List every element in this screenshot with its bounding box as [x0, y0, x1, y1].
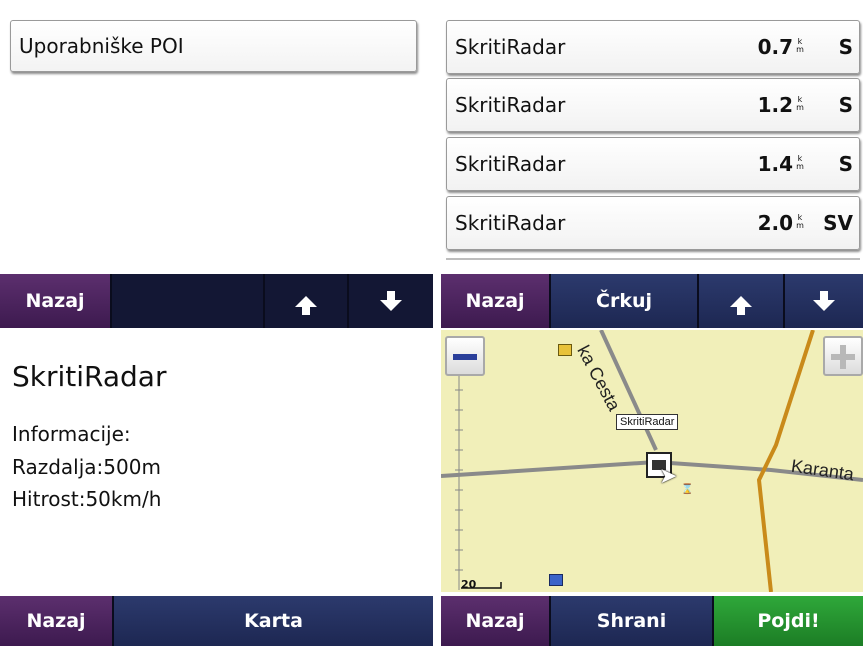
- arrow-up-icon: [730, 295, 752, 315]
- result-direction: S: [838, 35, 853, 59]
- info-speed: Hitrost:50km/h: [12, 487, 162, 511]
- poi-info-screen: SkritiRadar Informacije: Razdalja:500m H…: [0, 330, 433, 646]
- scroll-down-button[interactable]: [349, 274, 433, 328]
- distance-unit: km: [796, 95, 804, 112]
- scroll-up-button[interactable]: [699, 274, 785, 328]
- result-direction: S: [838, 152, 853, 176]
- result-name: SkritiRadar: [455, 93, 566, 117]
- back-button[interactable]: Nazaj: [0, 596, 114, 646]
- bar-spacer: [112, 274, 265, 328]
- poi-title: SkritiRadar: [12, 360, 167, 393]
- back-button[interactable]: Nazaj: [441, 596, 551, 646]
- back-label: Nazaj: [25, 290, 85, 312]
- hourglass-icon: ⌛: [681, 484, 694, 495]
- result-name: SkritiRadar: [455, 211, 566, 235]
- zoom-out-button[interactable]: [445, 336, 485, 376]
- bottom-bar: Nazaj Karta: [0, 596, 433, 646]
- distance-unit: km: [796, 154, 804, 171]
- result-distance: 2.0: [757, 211, 793, 235]
- result-direction: SV: [823, 211, 853, 235]
- save-label: Shrani: [596, 610, 667, 632]
- map-view[interactable]: ka Cesta Karanta SkritiRadar ➤ ⌛ 20: [441, 330, 863, 592]
- info-heading: Informacije:: [12, 422, 131, 446]
- go-label: Pojdi!: [757, 610, 820, 632]
- save-button[interactable]: Shrani: [551, 596, 714, 646]
- back-label: Nazaj: [465, 290, 525, 312]
- result-direction: S: [838, 93, 853, 117]
- user-poi-item[interactable]: Uporabniške POI: [10, 20, 417, 72]
- scale-label: 20: [461, 578, 477, 591]
- map-label: Karta: [244, 610, 303, 632]
- spell-button[interactable]: Črkuj: [551, 274, 699, 328]
- bottom-bar: Nazaj Črkuj: [441, 274, 863, 328]
- result-name: SkritiRadar: [455, 152, 566, 176]
- scroll-down-button[interactable]: [785, 274, 863, 328]
- poi-results-screen: SkritiRadar 0.7 km S SkritiRadar 1.2 km …: [441, 0, 863, 328]
- back-label: Nazaj: [465, 610, 525, 632]
- cursor-arrow-icon: ➤: [659, 464, 678, 489]
- result-row[interactable]: SkritiRadar 1.4 km S: [446, 137, 860, 191]
- arrow-down-icon: [813, 290, 835, 311]
- zoom-in-button[interactable]: [823, 336, 863, 376]
- result-distance: 0.7: [757, 35, 793, 59]
- bottom-bar: Nazaj Shrani Pojdi!: [441, 596, 863, 646]
- result-row[interactable]: SkritiRadar 2.0 km SV: [446, 196, 860, 250]
- go-button[interactable]: Pojdi!: [714, 596, 863, 646]
- poi-map-label: SkritiRadar: [616, 414, 679, 430]
- arrow-up-icon: [295, 295, 317, 315]
- back-label: Nazaj: [26, 610, 86, 632]
- result-distance: 1.4: [757, 152, 793, 176]
- fuel-poi-icon: [558, 344, 572, 356]
- result-name: SkritiRadar: [455, 35, 566, 59]
- bottom-bar: Nazaj: [0, 274, 433, 328]
- result-distance: 1.2: [757, 93, 793, 117]
- poi-category-screen: Uporabniške POI Nazaj: [0, 0, 433, 328]
- info-distance: Razdalja:500m: [12, 455, 161, 479]
- back-button[interactable]: Nazaj: [441, 274, 551, 328]
- spell-label: Črkuj: [596, 290, 652, 312]
- map-screen: ka Cesta Karanta SkritiRadar ➤ ⌛ 20 Naza…: [441, 330, 863, 646]
- distance-unit: km: [796, 37, 804, 54]
- map-button[interactable]: Karta: [114, 596, 433, 646]
- result-row[interactable]: SkritiRadar 0.7 km S: [446, 20, 860, 74]
- scroll-up-button[interactable]: [265, 274, 349, 328]
- minus-icon: [453, 354, 477, 360]
- result-row[interactable]: SkritiRadar 1.2 km S: [446, 78, 860, 132]
- arrow-down-icon: [380, 290, 402, 311]
- user-poi-label: Uporabniške POI: [19, 34, 184, 58]
- back-button[interactable]: Nazaj: [0, 274, 112, 328]
- flag-poi-icon: [549, 574, 563, 586]
- distance-unit: km: [796, 213, 804, 230]
